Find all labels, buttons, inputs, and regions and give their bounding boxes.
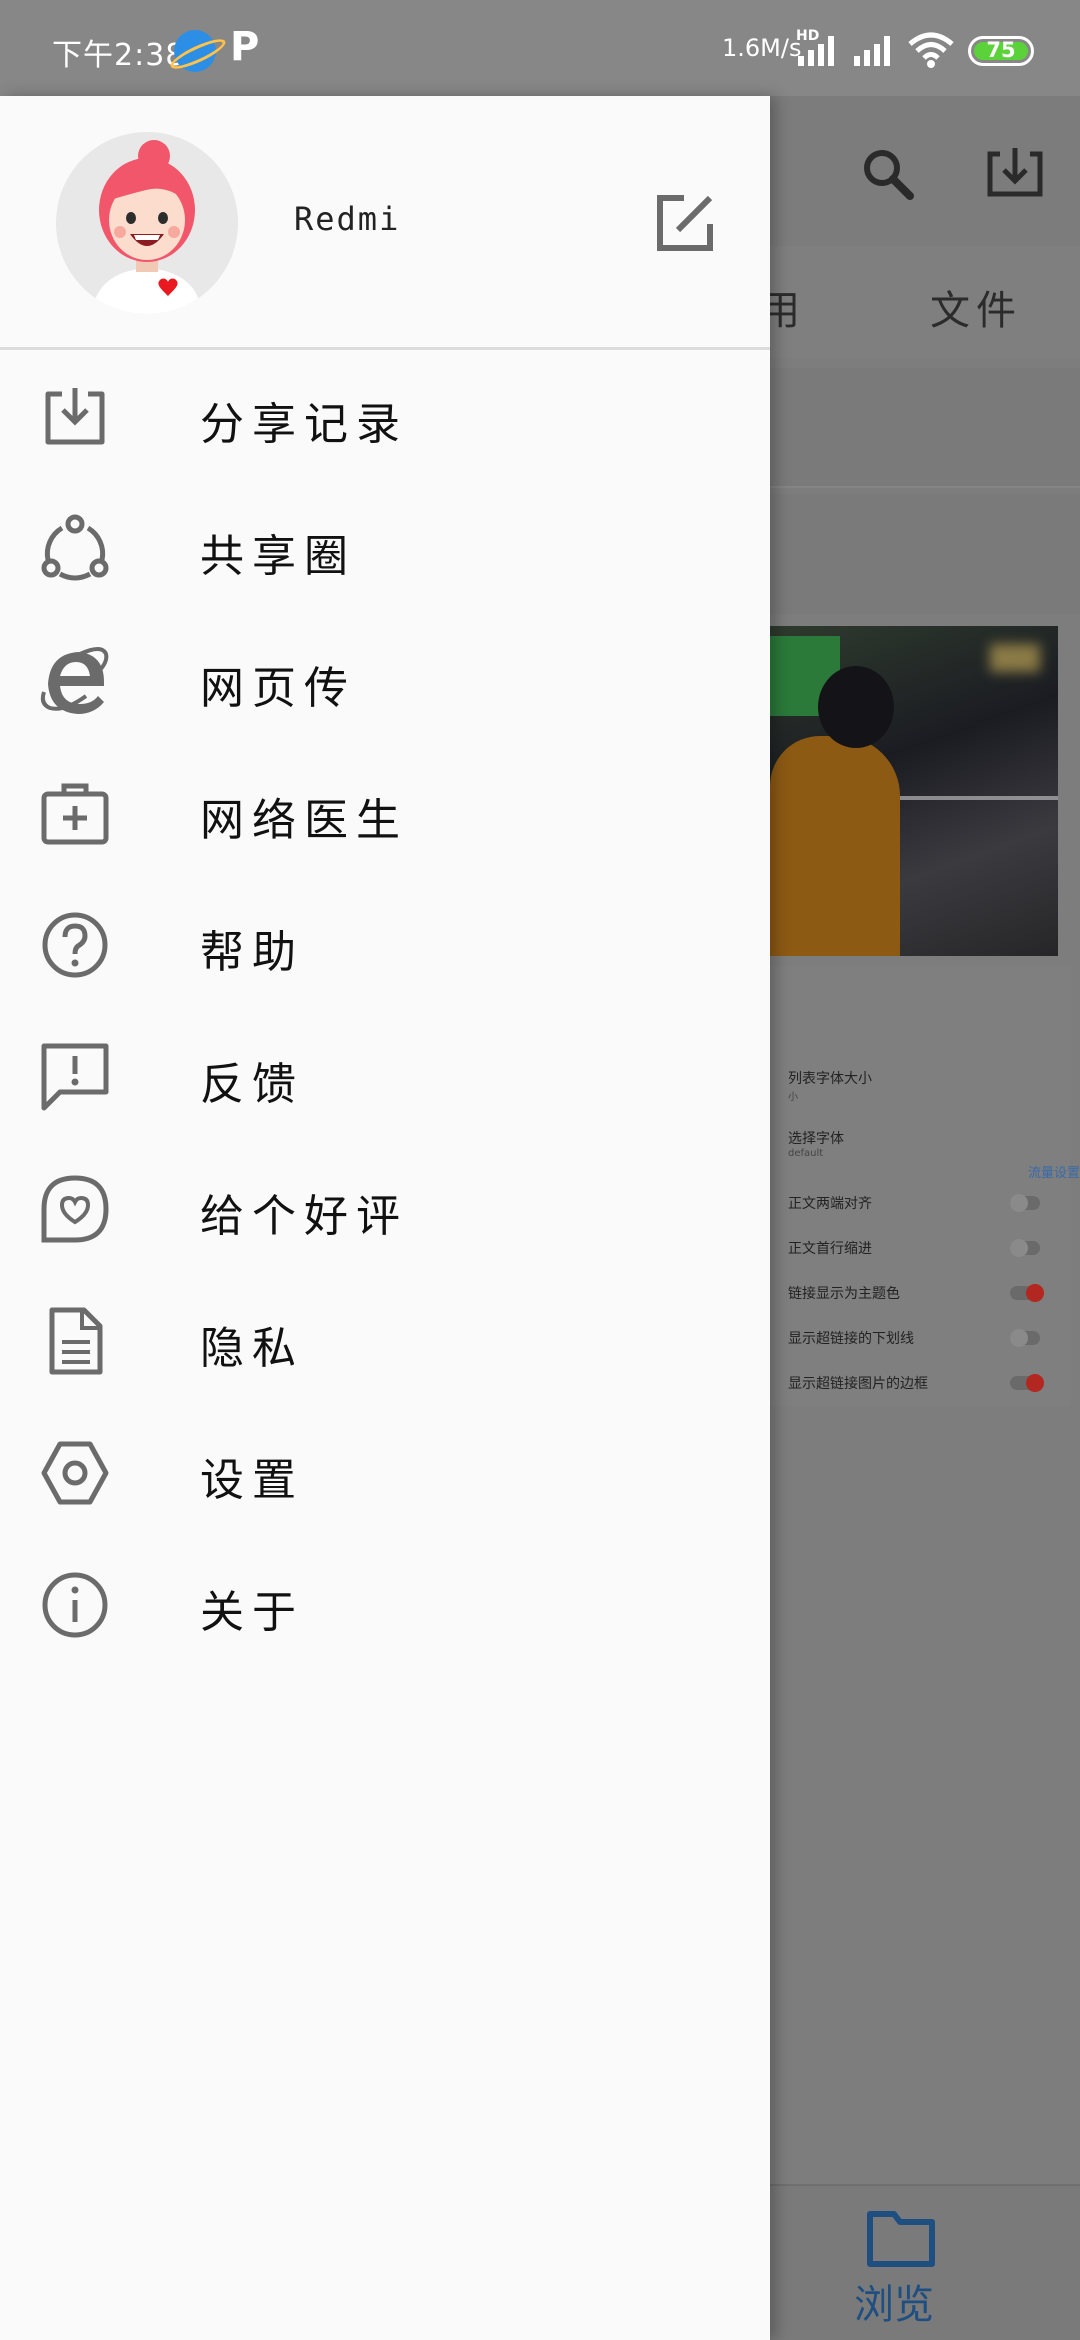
menu-item-web-transfer[interactable]: 网页传 [0, 614, 770, 746]
heart-bubble-icon [41, 1175, 109, 1243]
menu-item-settings[interactable]: 设置 [0, 1406, 770, 1538]
toggle-switch [1010, 1329, 1040, 1347]
menu-item-about[interactable]: 关于 [0, 1538, 770, 1670]
background-tabs [770, 246, 1080, 358]
toggle-switch [1010, 1284, 1044, 1302]
background-app-scrim[interactable]: 用 文件 列表字体大小 小 选择字体 default 正文两端对齐 正文首行缩进… [770, 96, 1080, 2340]
avatar[interactable] [56, 132, 238, 314]
edit-profile-icon[interactable] [654, 192, 716, 254]
menu-item-share-circle[interactable]: 共享圈 [0, 482, 770, 614]
medical-kit-icon [41, 783, 109, 845]
toggle-switch [1010, 1239, 1040, 1257]
info-icon [42, 1572, 108, 1638]
setting-label: 正文两端对齐 [788, 1196, 872, 1212]
status-bar: 下午2:38 P 1.6M/s HD 75 [0, 0, 1080, 96]
download-tray-icon [45, 388, 105, 445]
setting-label: 显示超链接的下划线 [788, 1331, 914, 1347]
setting-value: 小 [788, 1092, 798, 1103]
feedback-icon [41, 1043, 109, 1111]
menu-item-label: 设置 [200, 1455, 304, 1506]
setting-label: 列表字体大小 [788, 1071, 872, 1087]
browser-notification-icon [174, 30, 216, 72]
menu-item-label: 反馈 [200, 1059, 304, 1110]
menu-item-share-history[interactable]: 分享记录 [0, 350, 770, 482]
menu-item-label: 分享记录 [200, 399, 408, 450]
menu-item-network-doctor[interactable]: 网络医生 [0, 746, 770, 878]
setting-label: 链接显示为主题色 [788, 1286, 900, 1302]
help-icon [42, 912, 108, 978]
battery-indicator: 75 [968, 36, 1034, 66]
battery-level: 75 [986, 38, 1016, 62]
menu-item-label: 帮助 [200, 927, 304, 978]
hexagon-settings-icon [41, 1441, 109, 1505]
avatar-image [56, 132, 238, 314]
menu-item-label: 网页传 [200, 663, 356, 714]
menu-item-rate-us[interactable]: 给个好评 [0, 1142, 770, 1274]
menu-item-label: 关于 [200, 1587, 304, 1638]
document-icon [49, 1307, 103, 1375]
p-notification-icon: P [230, 24, 260, 70]
nav-browse-label: 浏览 [854, 2282, 934, 2328]
wifi-icon [908, 32, 954, 68]
menu-item-help[interactable]: 帮助 [0, 878, 770, 1010]
setting-label: 正文首行缩进 [788, 1241, 872, 1257]
background-photo [770, 626, 1058, 956]
ie-browser-icon [40, 647, 109, 714]
signal-icon [798, 36, 834, 66]
background-settings-panel: 列表字体大小 小 选择字体 default 正文两端对齐 正文首行缩进 链接显示… [770, 966, 1070, 1406]
tab-partial: 用 [770, 288, 800, 334]
menu-item-label: 网络医生 [200, 795, 408, 846]
network-speed: 1.6M/s [722, 34, 802, 62]
menu-item-privacy[interactable]: 隐私 [0, 1274, 770, 1406]
setting-label: 显示超链接图片的边框 [788, 1376, 928, 1392]
menu-item-label: 给个好评 [200, 1191, 408, 1242]
toggle-switch [1010, 1194, 1040, 1212]
search-icon [864, 150, 914, 200]
tab-files: 文件 [930, 288, 1022, 334]
signal-icon-2 [854, 36, 890, 66]
menu-item-label: 共享圈 [200, 531, 356, 582]
download-icon [987, 148, 1043, 197]
menu-item-label: 隐私 [200, 1323, 304, 1374]
share-circle-icon [41, 514, 109, 581]
side-floating-label: 流量设置 [1028, 1166, 1080, 1181]
setting-label: 选择字体 [788, 1131, 844, 1147]
menu-item-feedback[interactable]: 反馈 [0, 1010, 770, 1142]
status-time: 下午2:38 [52, 38, 186, 73]
username: Redmi [294, 200, 401, 238]
background-list-item [770, 368, 1080, 488]
drawer-header: Redmi [0, 96, 770, 350]
navigation-drawer: Redmi 分享记录 共享圈 网页传 网络医生 帮助 反馈 给个好评 隐私 设置… [0, 96, 770, 2340]
setting-value: default [788, 1148, 824, 1159]
toggle-switch [1010, 1374, 1044, 1392]
background-list-item [770, 494, 1080, 614]
folder-icon [867, 2211, 935, 2267]
